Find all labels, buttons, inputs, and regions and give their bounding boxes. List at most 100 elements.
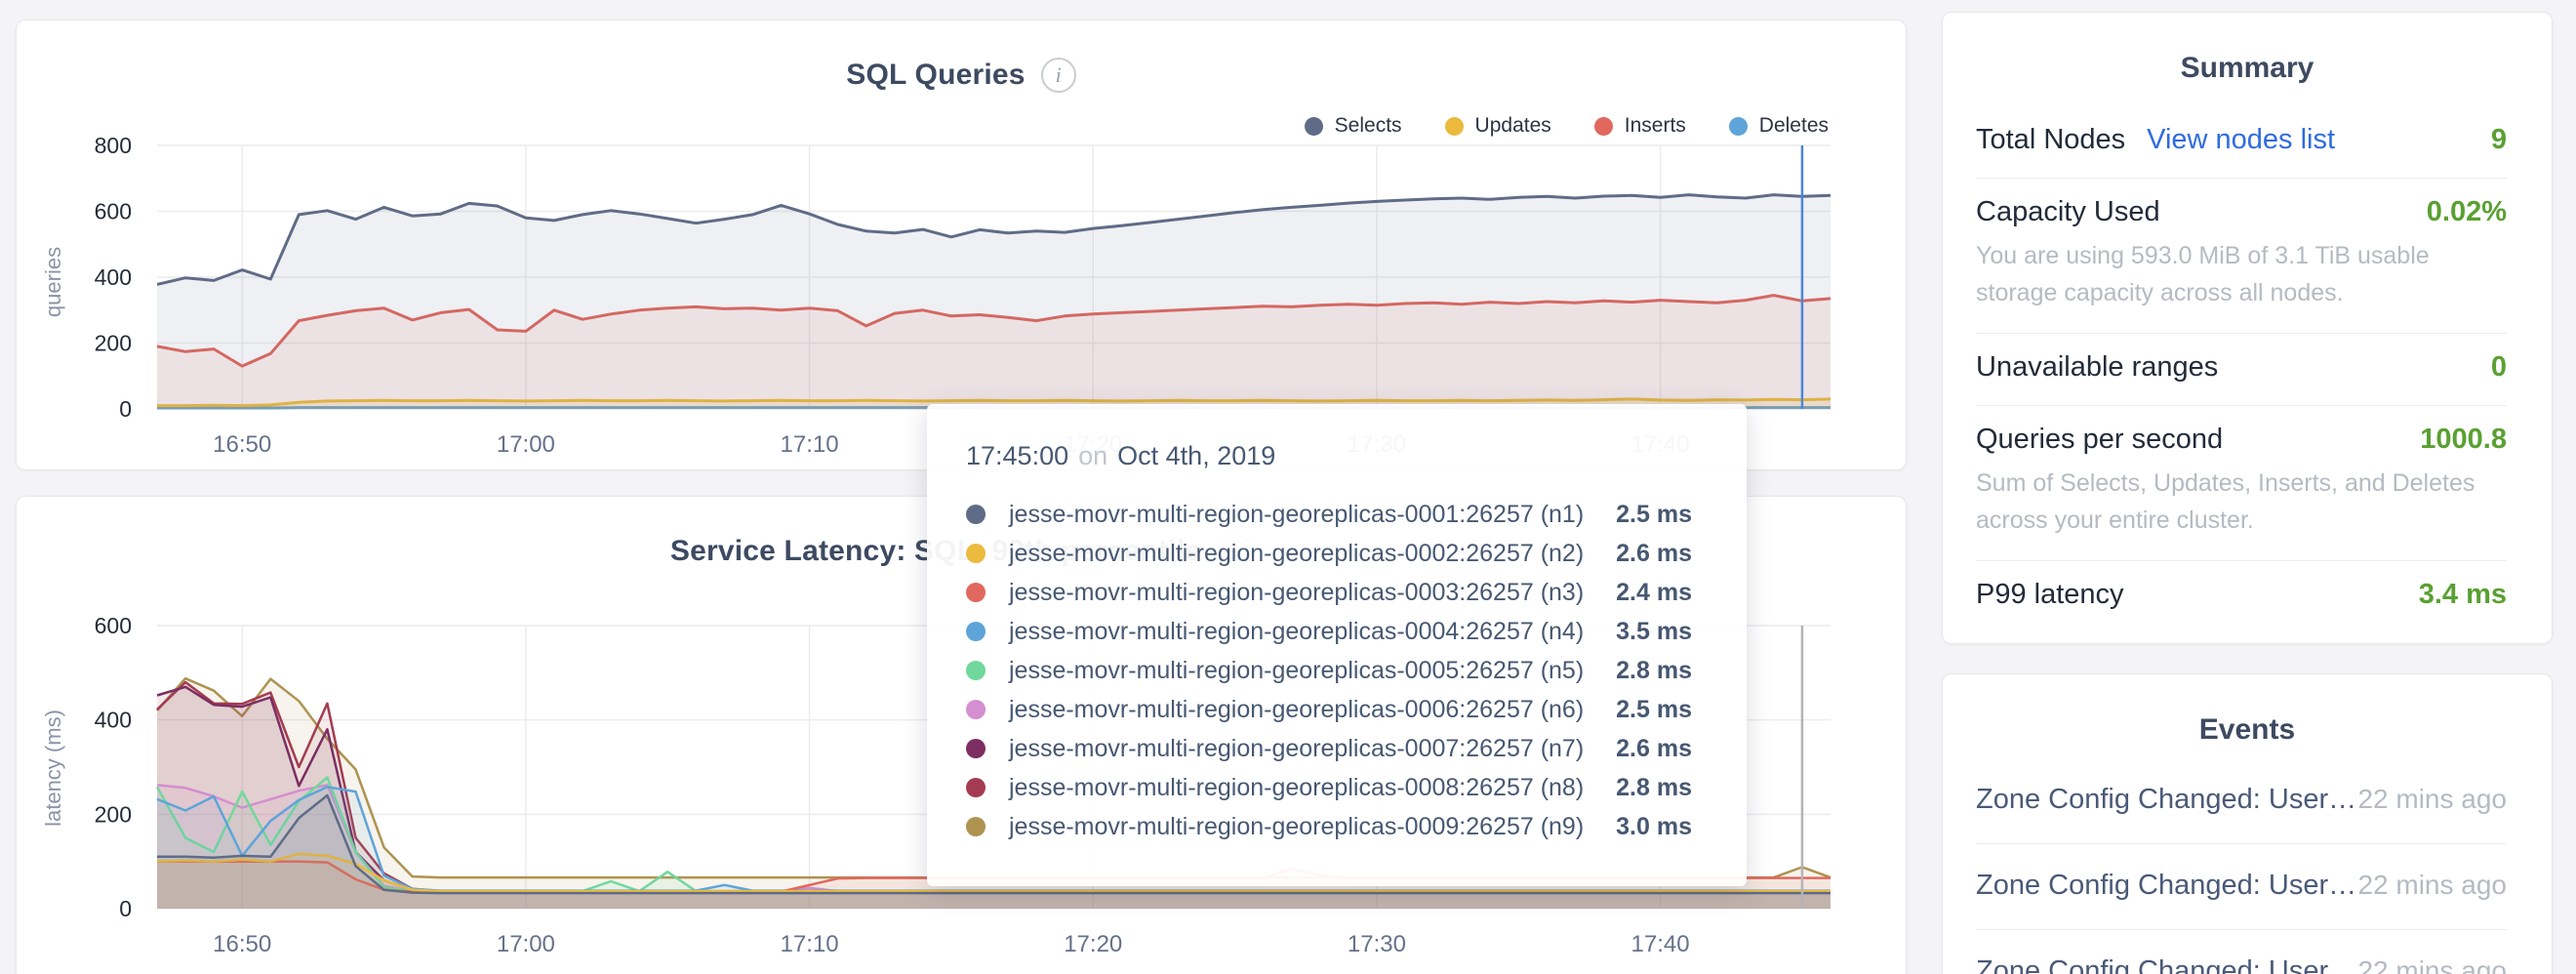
node-color-dot-icon [966, 739, 986, 758]
node-name: jesse-movr-multi-region-georeplicas-0003… [1009, 579, 1584, 607]
event-time: 22 mins ago [2357, 955, 2507, 974]
legend-item-inserts: Inserts [1594, 114, 1686, 138]
tooltip-rows: jesse-movr-multi-region-georeplicas-0001… [966, 495, 1692, 846]
x-tick-label: 17:20 [1064, 931, 1122, 957]
x-tick-label: 17:10 [781, 931, 839, 957]
legend-dot-icon [1305, 117, 1323, 136]
event-label[interactable]: Zone Config Changed: User… [1976, 955, 2356, 974]
x-tick-label: 17:30 [1348, 931, 1406, 957]
node-latency-value: 2.8 ms [1616, 774, 1692, 802]
event-row[interactable]: Zone Config Changed: User…22 mins ago [1976, 843, 2507, 929]
legend-item-deletes: Deletes [1729, 114, 1829, 138]
node-latency-value: 2.6 ms [1616, 735, 1692, 763]
event-label[interactable]: Zone Config Changed: User… [1976, 784, 2356, 816]
x-tick-label: 17:40 [1631, 931, 1690, 957]
y-tick-label: 200 [95, 801, 132, 827]
tooltip-connector: on [1078, 441, 1107, 470]
view-nodes-list-link[interactable]: View nodes list [2147, 124, 2335, 156]
queries-per-second-label: Queries per second [1976, 424, 2223, 456]
legend-label: Deletes [1759, 114, 1829, 138]
x-tick-label: 17:00 [497, 431, 555, 458]
event-time: 22 mins ago [2357, 870, 2507, 901]
queries-per-second-row: Queries per second 1000.8 Sum of Selects… [1976, 405, 2507, 560]
node-latency-value: 3.0 ms [1616, 813, 1692, 841]
node-color-dot-icon [966, 544, 986, 563]
chart-hover-tooltip: 17:45:00 on Oct 4th, 2019 jesse-movr-multi… [927, 404, 1747, 886]
x-tick-label: 16:50 [213, 931, 271, 957]
node-name: jesse-movr-multi-region-georeplicas-0009… [1009, 813, 1584, 841]
node-color-dot-icon [966, 505, 986, 524]
queries-per-second-value: 1000.8 [2420, 424, 2507, 456]
node-color-dot-icon [966, 661, 986, 680]
legend-label: Selects [1335, 114, 1402, 138]
node-color-dot-icon [966, 778, 986, 797]
x-tick-label: 17:00 [497, 931, 555, 957]
event-row[interactable]: Zone Config Changed: User…22 mins ago [1976, 780, 2507, 843]
tooltip-timestamp: 17:45:00 on Oct 4th, 2019 [966, 441, 1692, 471]
node-name: jesse-movr-multi-region-georeplicas-0006… [1009, 696, 1584, 724]
capacity-used-value: 0.02% [2427, 196, 2507, 228]
legend-dot-icon [1729, 117, 1748, 136]
event-label[interactable]: Zone Config Changed: User… [1976, 870, 2356, 902]
y-tick-label: 600 [95, 199, 132, 224]
tooltip-time: 17:45:00 [966, 441, 1068, 470]
queries-per-second-note: Sum of Selects, Updates, Inserts, and De… [1976, 466, 2507, 539]
node-name: jesse-movr-multi-region-georeplicas-0002… [1009, 540, 1584, 568]
capacity-used-note: You are using 593.0 MiB of 3.1 TiB usabl… [1976, 238, 2507, 311]
tooltip-node-row: jesse-movr-multi-region-georeplicas-0003… [966, 573, 1692, 612]
legend-dot-icon [1445, 117, 1464, 136]
tooltip-date: Oct 4th, 2019 [1117, 441, 1275, 470]
tooltip-node-row: jesse-movr-multi-region-georeplicas-0006… [966, 690, 1692, 729]
node-name: jesse-movr-multi-region-georeplicas-0001… [1009, 501, 1584, 529]
unavailable-ranges-value: 0 [2491, 351, 2507, 384]
tooltip-node-row: jesse-movr-multi-region-georeplicas-0004… [966, 612, 1692, 651]
x-tick-label: 16:50 [213, 431, 271, 458]
legend-label: Updates [1475, 114, 1551, 138]
node-color-dot-icon [966, 817, 986, 836]
y-tick-label: 400 [95, 708, 132, 733]
p99-latency-label: P99 latency [1976, 579, 2124, 611]
tooltip-node-row: jesse-movr-multi-region-georeplicas-0001… [966, 495, 1692, 534]
node-latency-value: 2.5 ms [1616, 501, 1692, 529]
summary-title: Summary [1943, 13, 2552, 118]
node-latency-value: 2.5 ms [1616, 696, 1692, 724]
tooltip-node-row: jesse-movr-multi-region-georeplicas-0005… [966, 651, 1692, 690]
x-tick-label: 17:10 [781, 431, 839, 458]
y-tick-label: 800 [95, 133, 132, 158]
sql-queries-chart-card: SQL Queries i Selects Updates Inserts Delet… [16, 20, 1907, 470]
tooltip-node-row: jesse-movr-multi-region-georeplicas-0009… [966, 807, 1692, 846]
y-tick-label: 400 [95, 264, 132, 290]
node-color-dot-icon [966, 622, 986, 641]
unavailable-ranges-label: Unavailable ranges [1976, 351, 2218, 384]
chart-legend: Selects Updates Inserts Deletes [1305, 114, 1829, 138]
legend-label: Inserts [1625, 114, 1686, 138]
event-time: 22 mins ago [2357, 784, 2507, 815]
total-nodes-value: 9 [2491, 124, 2507, 156]
node-color-dot-icon [966, 583, 986, 602]
y-tick-label: 0 [119, 896, 132, 921]
y-tick-label: 0 [119, 396, 132, 422]
y-tick-label: 600 [95, 613, 132, 638]
legend-item-selects: Selects [1305, 114, 1402, 138]
node-latency-value: 2.4 ms [1616, 579, 1692, 607]
event-row[interactable]: Zone Config Changed: User…22 mins ago [1976, 929, 2507, 974]
legend-dot-icon [1594, 117, 1613, 136]
capacity-used-label: Capacity Used [1976, 196, 2160, 228]
p99-latency-row: P99 latency 3.4 ms [1976, 560, 2507, 632]
unavailable-ranges-row: Unavailable ranges 0 [1976, 333, 2507, 405]
node-name: jesse-movr-multi-region-georeplicas-0005… [1009, 657, 1584, 685]
summary-panel: Summary Total Nodes View nodes list 9 Ca… [1942, 12, 2553, 644]
chart-header: SQL Queries i [17, 58, 1906, 93]
info-icon[interactable]: i [1041, 58, 1076, 93]
capacity-used-row: Capacity Used 0.02% You are using 593.0 … [1976, 178, 2507, 333]
legend-item-updates: Updates [1445, 114, 1551, 138]
p99-latency-value: 3.4 ms [2419, 579, 2507, 611]
tooltip-node-row: jesse-movr-multi-region-georeplicas-0002… [966, 534, 1692, 573]
node-latency-value: 2.6 ms [1616, 540, 1692, 568]
chart-title: SQL Queries [846, 59, 1025, 92]
node-name: jesse-movr-multi-region-georeplicas-0008… [1009, 774, 1584, 802]
tooltip-node-row: jesse-movr-multi-region-georeplicas-0008… [966, 768, 1692, 807]
node-name: jesse-movr-multi-region-georeplicas-0007… [1009, 735, 1584, 763]
events-title: Events [1943, 674, 2552, 780]
events-panel: Events Zone Config Changed: User…22 mins… [1942, 673, 2553, 974]
